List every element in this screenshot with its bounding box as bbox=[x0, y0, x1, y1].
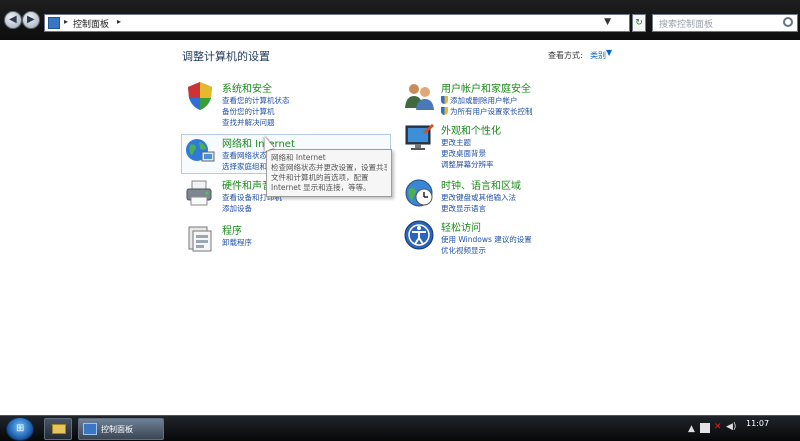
action-center-flag-icon[interactable] bbox=[700, 423, 710, 433]
link-text: 为所有用户设置家长控制 bbox=[450, 107, 533, 116]
tooltip: 网络和 Internet 检查网络状态并更改设置，设置共享 文件和计算机的首选项… bbox=[266, 149, 392, 197]
category-title[interactable]: 外观和个性化 bbox=[441, 122, 501, 137]
refresh-icon: ↻ bbox=[635, 18, 643, 28]
taskbar-explorer[interactable] bbox=[44, 418, 72, 440]
link-screen-resolution[interactable]: 调整屏幕分辨率 bbox=[441, 159, 494, 170]
category-title[interactable]: 程序 bbox=[222, 222, 242, 237]
windows-logo-icon: ⊞ bbox=[16, 423, 25, 434]
category-title[interactable]: 轻松访问 bbox=[441, 219, 481, 234]
printer-icon bbox=[186, 180, 212, 206]
monitor-personalize-icon bbox=[405, 124, 434, 150]
link-text: 添加或删除用户帐户 bbox=[450, 96, 518, 105]
start-button[interactable]: ⊞ bbox=[6, 417, 34, 441]
breadcrumb-chevron-icon[interactable]: ▸ bbox=[117, 17, 121, 26]
uac-shield-icon bbox=[441, 96, 448, 104]
link-desktop-background[interactable]: 更改桌面背景 bbox=[441, 148, 486, 159]
ease-of-access-icon bbox=[404, 220, 434, 250]
category-title[interactable]: 网络和 Internet bbox=[222, 135, 295, 150]
control-panel-icon bbox=[48, 17, 60, 29]
category-title[interactable]: 系统和安全 bbox=[222, 80, 272, 95]
network-error-icon[interactable]: ✕ bbox=[714, 422, 722, 432]
main-content: 调整计算机的设置 查看方式: 类别 ▼ bbox=[0, 40, 800, 415]
search-placeholder: 搜索控制面板 bbox=[659, 20, 714, 30]
taskbar-item-label: 控制面板 bbox=[101, 425, 133, 434]
tray-chevron-icon[interactable]: ▲ bbox=[688, 424, 695, 434]
link-recommended-settings[interactable]: 使用 Windows 建议的设置 bbox=[441, 234, 532, 245]
breadcrumb-chevron-icon[interactable]: ▸ bbox=[64, 17, 68, 26]
taskbar-control-panel[interactable]: 控制面板 bbox=[78, 418, 164, 440]
taskbar: ⊞ 控制面板 ▲ ✕ ◀) 11:07 bbox=[0, 415, 800, 441]
nav-buttons: ◀ ▶ bbox=[4, 8, 42, 32]
link-uninstall[interactable]: 卸载程序 bbox=[222, 237, 252, 248]
category-title[interactable]: 硬件和声音 bbox=[222, 177, 272, 192]
page-title: 调整计算机的设置 bbox=[182, 50, 270, 63]
users-icon bbox=[405, 84, 434, 110]
link-add-remove-accounts[interactable]: 添加或删除用户帐户 bbox=[441, 95, 518, 106]
forward-arrow-icon: ▶ bbox=[27, 14, 35, 25]
address-field[interactable]: ▸ 控制面板 ▸ ▼ bbox=[44, 14, 630, 32]
link-backup[interactable]: 备份您的计算机 bbox=[222, 106, 275, 117]
view-by-label: 查看方式: bbox=[548, 51, 583, 60]
address-bar: ◀ ▶ ▸ 控制面板 ▸ ▼ ↻ 搜索控制面板 bbox=[0, 0, 800, 40]
programs-icon bbox=[188, 226, 212, 252]
shield-icon bbox=[188, 82, 212, 110]
volume-icon[interactable]: ◀) bbox=[726, 422, 736, 432]
view-dropdown-icon[interactable]: ▼ bbox=[606, 48, 612, 57]
category-title[interactable]: 用户帐户和家庭安全 bbox=[441, 80, 531, 95]
uac-shield-icon bbox=[441, 107, 448, 115]
back-arrow-icon: ◀ bbox=[9, 14, 17, 25]
view-by-select[interactable]: 类别 bbox=[590, 50, 606, 61]
tooltip-line: 检查网络状态并更改设置，设置共享 bbox=[271, 163, 387, 172]
link-parental-controls[interactable]: 为所有用户设置家长控制 bbox=[441, 106, 533, 117]
globe-network-icon bbox=[186, 139, 215, 162]
breadcrumb-control-panel[interactable]: 控制面板 bbox=[73, 17, 109, 30]
category-title[interactable]: 时钟、语言和区域 bbox=[441, 177, 521, 192]
back-button[interactable]: ◀ bbox=[4, 11, 22, 29]
clock[interactable]: 11:07 bbox=[746, 419, 769, 428]
link-troubleshoot[interactable]: 查找并解决问题 bbox=[222, 117, 275, 128]
search-input[interactable]: 搜索控制面板 bbox=[652, 14, 798, 32]
link-change-theme[interactable]: 更改主题 bbox=[441, 137, 471, 148]
tooltip-line: 文件和计算机的首选项，配置 bbox=[271, 173, 369, 182]
clock-globe-icon bbox=[405, 179, 433, 207]
link-display-language[interactable]: 更改显示语言 bbox=[441, 203, 486, 214]
search-icon bbox=[783, 17, 793, 27]
link-add-device[interactable]: 添加设备 bbox=[222, 203, 252, 214]
tooltip-line: Internet 显示和连接，等等。 bbox=[271, 183, 371, 192]
link-optimize-display[interactable]: 优化视频显示 bbox=[441, 245, 486, 256]
folder-icon bbox=[52, 424, 66, 434]
refresh-button[interactable]: ↻ bbox=[632, 14, 646, 32]
address-dropdown-icon[interactable]: ▼ bbox=[604, 17, 611, 27]
control-panel-icon bbox=[83, 423, 97, 435]
link-keyboard-input[interactable]: 更改键盘或其他输入法 bbox=[441, 192, 516, 203]
link-computer-status[interactable]: 查看您的计算机状态 bbox=[222, 95, 290, 106]
forward-button[interactable]: ▶ bbox=[22, 11, 40, 29]
tooltip-line: 网络和 Internet bbox=[271, 153, 326, 162]
